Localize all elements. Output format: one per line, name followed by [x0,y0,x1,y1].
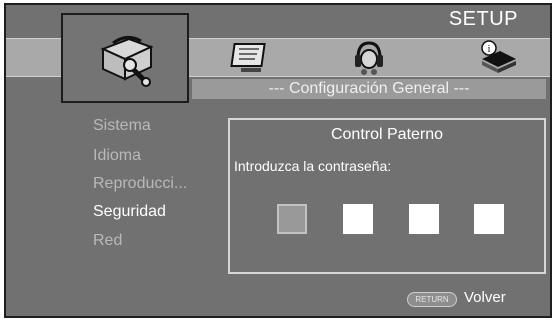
password-digit-3[interactable] [409,204,439,234]
sidebar-item-sistema[interactable]: Sistema [93,117,151,135]
return-label: Volver [464,289,506,306]
sidebar-item-seguridad[interactable]: Seguridad [93,203,166,221]
sidebar-item-reproduccion[interactable]: Reproducci... [93,175,187,193]
sidebar-item-red[interactable]: Red [93,232,122,250]
tab-information[interactable]: i [478,39,518,75]
tv-screen-icon [230,43,266,72]
section-header: --- Configuración General --- [192,79,546,99]
tab-display[interactable] [229,41,273,75]
svg-text:i: i [488,44,491,55]
toolbox-wrench-icon [100,36,154,87]
tab-audio[interactable] [352,40,386,76]
password-digit-4[interactable] [474,204,504,234]
sidebar-item-idioma[interactable]: Idioma [93,147,141,165]
password-prompt: Introduzca la contraseña: [234,158,392,174]
tab-general-settings[interactable] [61,13,189,103]
return-button[interactable]: RETURN [407,292,457,307]
password-digit-2[interactable] [343,204,373,234]
info-book-icon: i [481,40,516,73]
panel-title: Control Paterno [330,126,444,143]
password-digit-1[interactable] [277,204,307,234]
parental-control-panel: Control Paterno Introduzca la contraseña… [228,118,546,274]
setup-screen: SETUP i --- Configuración General --- Si… [4,3,552,318]
page-title: SETUP [448,8,518,30]
speaker-headphones-icon [355,41,383,75]
